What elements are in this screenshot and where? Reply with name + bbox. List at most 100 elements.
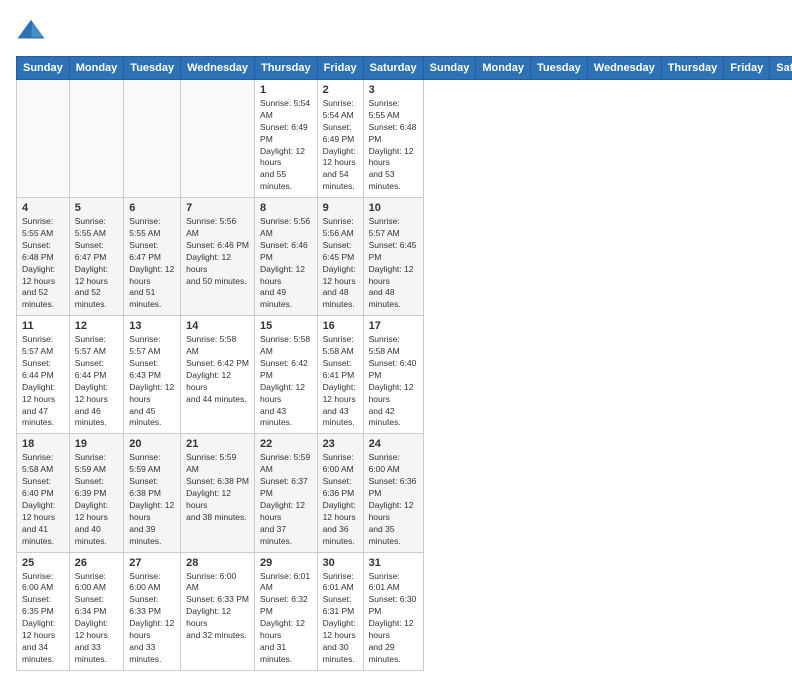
calendar-cell: 14 Sunrise: 5:58 AM Sunset: 6:42 PM Dayli… xyxy=(181,316,255,434)
calendar-cell: 6 Sunrise: 5:55 AM Sunset: 6:47 PM Daylig… xyxy=(124,198,181,316)
day-info: Sunrise: 6:00 AM Sunset: 6:33 PM Dayligh… xyxy=(129,571,175,666)
calendar-cell: 18 Sunrise: 5:58 AM Sunset: 6:40 PM Dayli… xyxy=(17,434,70,552)
day-info: Sunrise: 6:00 AM Sunset: 6:35 PM Dayligh… xyxy=(22,571,64,666)
day-number: 25 xyxy=(22,557,64,569)
day-info: Sunrise: 5:56 AM Sunset: 6:46 PM Dayligh… xyxy=(260,216,312,311)
day-number: 4 xyxy=(22,202,64,214)
day-of-week-header: Saturday xyxy=(770,57,792,80)
calendar-cell: 30Sunrise: 6:01 AM Sunset: 6:31 PM Dayli… xyxy=(317,552,363,670)
calendar-cell xyxy=(124,80,181,198)
day-number: 13 xyxy=(129,320,175,332)
day-info: Sunrise: 6:01 AM Sunset: 6:30 PM Dayligh… xyxy=(369,571,418,666)
day-info: Sunrise: 5:59 AM Sunset: 6:37 PM Dayligh… xyxy=(260,452,312,547)
day-number: 29 xyxy=(260,557,312,569)
day-of-week-header: Monday xyxy=(476,57,531,80)
day-info: Sunrise: 5:59 AM Sunset: 6:39 PM Dayligh… xyxy=(75,452,119,547)
day-info: Sunrise: 6:00 AM Sunset: 6:34 PM Dayligh… xyxy=(75,571,119,666)
day-info: Sunrise: 6:00 AM Sunset: 6:33 PM Dayligh… xyxy=(186,571,249,642)
day-info: Sunrise: 5:58 AM Sunset: 6:40 PM Dayligh… xyxy=(22,452,64,547)
calendar-cell: 31 Sunrise: 6:01 AM Sunset: 6:30 PM Dayli… xyxy=(363,552,423,670)
day-of-week-header: Friday xyxy=(724,57,770,80)
day-of-week-header: Saturday xyxy=(363,57,423,80)
day-info: Sunrise: 5:56 AM Sunset: 6:46 PM Dayligh… xyxy=(186,216,249,287)
calendar-cell: 19 Sunrise: 5:59 AM Sunset: 6:39 PM Dayli… xyxy=(69,434,124,552)
day-number: 19 xyxy=(75,438,119,450)
day-number: 24 xyxy=(369,438,418,450)
day-info: Sunrise: 5:56 AM Sunset: 6:45 PM Dayligh… xyxy=(323,216,358,311)
day-info: Sunrise: 5:57 AM Sunset: 6:43 PM Dayligh… xyxy=(129,334,175,429)
calendar-cell: 3 Sunrise: 5:55 AM Sunset: 6:48 PM Daylig… xyxy=(363,80,423,198)
day-number: 14 xyxy=(186,320,249,332)
day-number: 22 xyxy=(260,438,312,450)
day-number: 30 xyxy=(323,557,358,569)
day-number: 7 xyxy=(186,202,249,214)
day-number: 31 xyxy=(369,557,418,569)
day-number: 1 xyxy=(260,84,312,96)
day-info: Sunrise: 5:54 AM Sunset: 6:49 PM Dayligh… xyxy=(260,98,312,193)
day-info: Sunrise: 5:58 AM Sunset: 6:42 PM Dayligh… xyxy=(186,334,249,405)
calendar-cell: 10Sunrise: 5:57 AM Sunset: 6:45 PM Dayli… xyxy=(363,198,423,316)
calendar-cell: 16 Sunrise: 5:58 AM Sunset: 6:41 PM Dayli… xyxy=(317,316,363,434)
calendar-header-row: SundayMondayTuesdayWednesdayThursdayFrid… xyxy=(17,57,792,80)
calendar-cell: 27 Sunrise: 6:00 AM Sunset: 6:33 PM Dayli… xyxy=(124,552,181,670)
calendar-cell xyxy=(181,80,255,198)
calendar-cell: 5Sunrise: 5:55 AM Sunset: 6:47 PM Daylig… xyxy=(69,198,124,316)
calendar-cell: 13 Sunrise: 5:57 AM Sunset: 6:43 PM Dayli… xyxy=(124,316,181,434)
calendar-week-row: 25 Sunrise: 6:00 AM Sunset: 6:35 PM Dayli… xyxy=(17,552,792,670)
calendar-cell: 15 Sunrise: 5:58 AM Sunset: 6:42 PM Dayli… xyxy=(255,316,318,434)
calendar-cell: 23 Sunrise: 6:00 AM Sunset: 6:36 PM Dayli… xyxy=(317,434,363,552)
day-info: Sunrise: 5:58 AM Sunset: 6:40 PM Dayligh… xyxy=(369,334,418,429)
day-number: 11 xyxy=(22,320,64,332)
day-info: Sunrise: 5:59 AM Sunset: 6:38 PM Dayligh… xyxy=(129,452,175,547)
calendar-cell: 25 Sunrise: 6:00 AM Sunset: 6:35 PM Dayli… xyxy=(17,552,70,670)
day-number: 26 xyxy=(75,557,119,569)
calendar-week-row: 18 Sunrise: 5:58 AM Sunset: 6:40 PM Dayli… xyxy=(17,434,792,552)
day-number: 17 xyxy=(369,320,418,332)
day-number: 3 xyxy=(369,84,418,96)
day-info: Sunrise: 5:55 AM Sunset: 6:48 PM Dayligh… xyxy=(369,98,418,193)
day-number: 23 xyxy=(323,438,358,450)
calendar-cell: 22 Sunrise: 5:59 AM Sunset: 6:37 PM Dayli… xyxy=(255,434,318,552)
day-number: 2 xyxy=(323,84,358,96)
day-info: Sunrise: 5:58 AM Sunset: 6:42 PM Dayligh… xyxy=(260,334,312,429)
day-of-week-header: Tuesday xyxy=(530,57,587,80)
calendar-cell: 28Sunrise: 6:00 AM Sunset: 6:33 PM Dayli… xyxy=(181,552,255,670)
logo-icon xyxy=(16,16,46,46)
day-number: 12 xyxy=(75,320,119,332)
day-of-week-header: Monday xyxy=(69,57,124,80)
calendar-cell: 17 Sunrise: 5:58 AM Sunset: 6:40 PM Dayli… xyxy=(363,316,423,434)
calendar-cell: 12 Sunrise: 5:57 AM Sunset: 6:44 PM Dayli… xyxy=(69,316,124,434)
calendar-cell: 26 Sunrise: 6:00 AM Sunset: 6:34 PM Dayli… xyxy=(69,552,124,670)
day-info: Sunrise: 5:58 AM Sunset: 6:41 PM Dayligh… xyxy=(323,334,358,429)
day-info: Sunrise: 5:57 AM Sunset: 6:44 PM Dayligh… xyxy=(22,334,64,429)
calendar-week-row: 11 Sunrise: 5:57 AM Sunset: 6:44 PM Dayli… xyxy=(17,316,792,434)
page-header xyxy=(16,16,776,46)
calendar-cell: 9Sunrise: 5:56 AM Sunset: 6:45 PM Daylig… xyxy=(317,198,363,316)
calendar-cell: 29 Sunrise: 6:01 AM Sunset: 6:32 PM Dayli… xyxy=(255,552,318,670)
day-number: 18 xyxy=(22,438,64,450)
calendar-cell xyxy=(69,80,124,198)
day-info: Sunrise: 6:00 AM Sunset: 6:36 PM Dayligh… xyxy=(323,452,358,547)
day-info: Sunrise: 6:00 AM Sunset: 6:36 PM Dayligh… xyxy=(369,452,418,547)
calendar-cell: 20Sunrise: 5:59 AM Sunset: 6:38 PM Dayli… xyxy=(124,434,181,552)
day-number: 5 xyxy=(75,202,119,214)
day-number: 15 xyxy=(260,320,312,332)
day-info: Sunrise: 6:01 AM Sunset: 6:32 PM Dayligh… xyxy=(260,571,312,666)
calendar-cell: 1 Sunrise: 5:54 AM Sunset: 6:49 PM Daylig… xyxy=(255,80,318,198)
day-of-week-header: Sunday xyxy=(17,57,70,80)
day-number: 6 xyxy=(129,202,175,214)
calendar-cell xyxy=(17,80,70,198)
day-info: Sunrise: 5:55 AM Sunset: 6:47 PM Dayligh… xyxy=(129,216,175,311)
day-of-week-header: Tuesday xyxy=(124,57,181,80)
day-number: 27 xyxy=(129,557,175,569)
day-number: 16 xyxy=(323,320,358,332)
day-info: Sunrise: 5:57 AM Sunset: 6:44 PM Dayligh… xyxy=(75,334,119,429)
calendar-cell: 7 Sunrise: 5:56 AM Sunset: 6:46 PM Daylig… xyxy=(181,198,255,316)
day-info: Sunrise: 5:54 AM Sunset: 6:49 PM Dayligh… xyxy=(323,98,358,193)
day-number: 21 xyxy=(186,438,249,450)
calendar-cell: 21 Sunrise: 5:59 AM Sunset: 6:38 PM Dayli… xyxy=(181,434,255,552)
day-info: Sunrise: 5:59 AM Sunset: 6:38 PM Dayligh… xyxy=(186,452,249,523)
day-number: 8 xyxy=(260,202,312,214)
calendar-cell: 11 Sunrise: 5:57 AM Sunset: 6:44 PM Dayli… xyxy=(17,316,70,434)
logo xyxy=(16,16,50,46)
